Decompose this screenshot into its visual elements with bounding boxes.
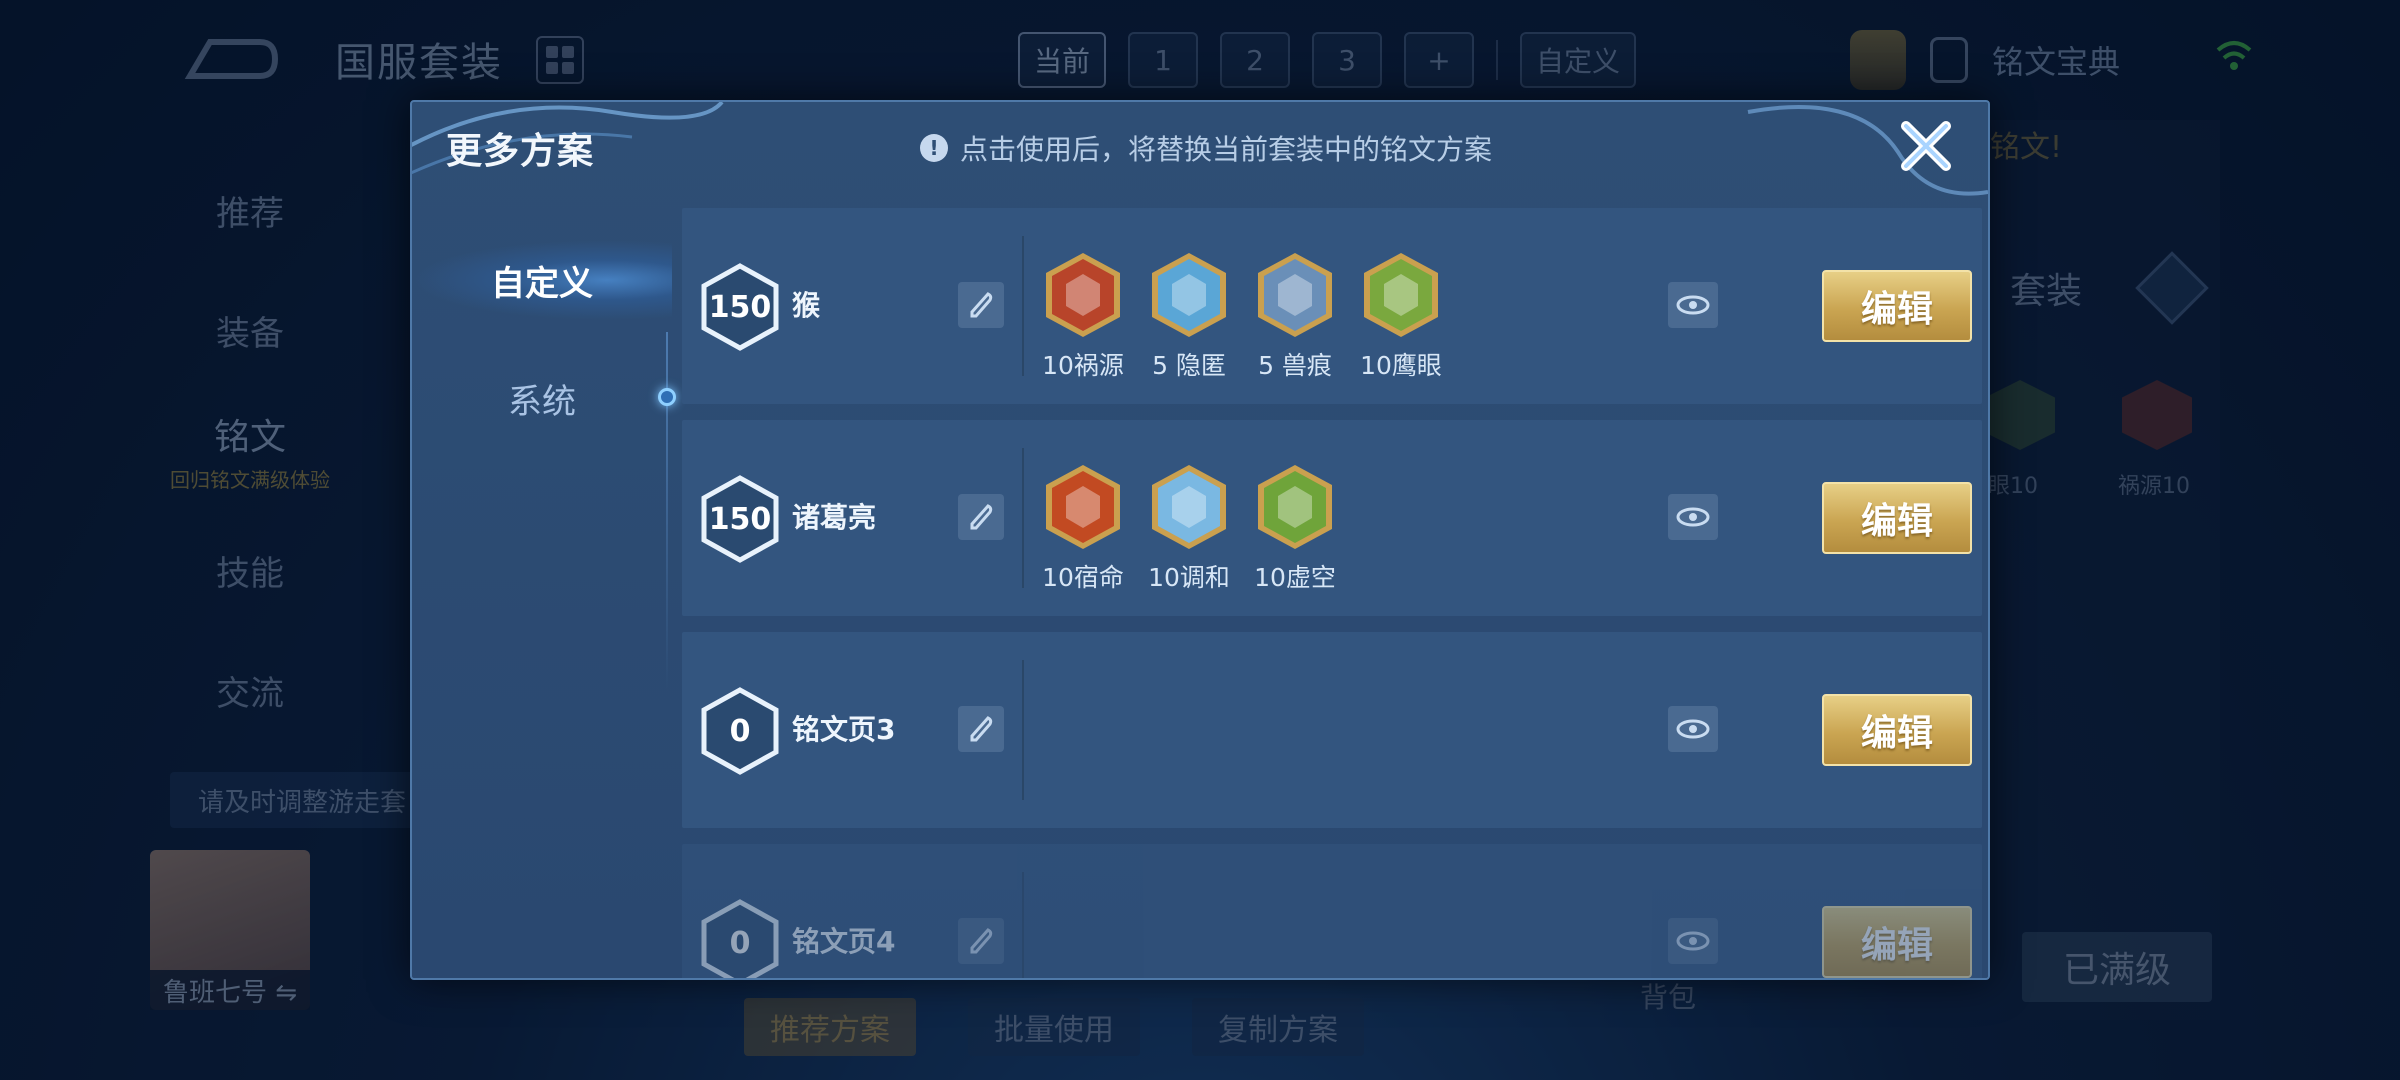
rename-button[interactable] bbox=[958, 494, 1004, 540]
active-tab-dot bbox=[658, 388, 676, 406]
rune-blue-icon bbox=[1148, 250, 1230, 340]
rune-label: 5 兽痕 bbox=[1258, 351, 1332, 380]
rune-green-icon bbox=[1360, 250, 1442, 340]
modal-title: 更多方案 bbox=[446, 131, 595, 172]
tab-system-plans[interactable]: 系统 bbox=[412, 358, 672, 438]
row-divider bbox=[1022, 448, 1024, 588]
rune-red-icon bbox=[1042, 462, 1124, 552]
rune-label: 10鹰眼 bbox=[1360, 351, 1442, 380]
rune-label: 10祸源 bbox=[1042, 351, 1124, 380]
rune-page-name: 铭文页4 bbox=[792, 925, 896, 958]
rune-item[interactable]: 10宿命 bbox=[1042, 462, 1124, 594]
rune-silver-blue-icon bbox=[1254, 250, 1336, 340]
rune-green-icon bbox=[1254, 462, 1336, 552]
row-divider bbox=[1022, 236, 1024, 376]
row-divider bbox=[1022, 660, 1024, 800]
rune-blue-icon bbox=[1148, 462, 1230, 552]
preview-button[interactable] bbox=[1668, 282, 1718, 328]
rename-button[interactable] bbox=[958, 706, 1004, 752]
modal-side-tabs: 自定义 系统 bbox=[412, 212, 676, 978]
rune-page-level: 150 bbox=[708, 289, 772, 325]
row-divider bbox=[1022, 872, 1024, 978]
preview-button[interactable] bbox=[1668, 706, 1718, 752]
pencil-icon bbox=[970, 504, 993, 530]
modal-hint: ! 点击使用后，将替换当前套装中的铭文方案 bbox=[920, 128, 1492, 168]
rename-button[interactable] bbox=[958, 282, 1004, 328]
rune-page-row[interactable]: 0 铭文页3 编辑 bbox=[682, 632, 1982, 828]
edit-button[interactable]: 编辑 bbox=[1822, 482, 1972, 554]
rune-label: 10宿命 bbox=[1042, 563, 1124, 592]
preview-button[interactable] bbox=[1668, 494, 1718, 540]
eye-icon bbox=[1676, 507, 1710, 527]
edit-button[interactable]: 编辑 bbox=[1822, 270, 1972, 342]
rune-page-row[interactable]: 150 猴 10祸源 5 隐匿 5 兽痕 10鹰眼 编辑 bbox=[682, 208, 1982, 404]
tab-custom-plans[interactable]: 自定义 bbox=[412, 240, 672, 320]
rune-page-row[interactable]: 0 铭文页4 编辑 bbox=[682, 844, 1982, 978]
preview-button[interactable] bbox=[1668, 918, 1718, 964]
rune-list: 10宿命 10调和 10虚空 bbox=[1042, 462, 1336, 594]
rune-item[interactable]: 10祸源 bbox=[1042, 250, 1124, 382]
rune-label: 10调和 bbox=[1148, 563, 1230, 592]
rename-button[interactable] bbox=[958, 918, 1004, 964]
rune-item[interactable]: 10虚空 bbox=[1254, 462, 1336, 594]
edit-button[interactable]: 编辑 bbox=[1822, 906, 1972, 978]
close-button[interactable] bbox=[1896, 116, 1956, 176]
rune-page-row[interactable]: 150 诸葛亮 10宿命 10调和 10虚空 编辑 bbox=[682, 420, 1982, 616]
info-icon: ! bbox=[920, 134, 948, 162]
rune-page-name: 诸葛亮 bbox=[792, 501, 877, 534]
rune-red-icon bbox=[1042, 250, 1124, 340]
close-icon bbox=[1901, 121, 1951, 171]
rune-item[interactable]: 5 兽痕 bbox=[1254, 250, 1336, 382]
rune-item[interactable]: 5 隐匿 bbox=[1148, 250, 1230, 382]
pencil-icon bbox=[970, 716, 993, 742]
rune-item[interactable]: 10鹰眼 bbox=[1360, 250, 1442, 382]
more-plans-modal: 更多方案 ! 点击使用后，将替换当前套装中的铭文方案 自定义 系统 150 猴 1… bbox=[410, 100, 1990, 980]
rune-page-level: 0 bbox=[729, 925, 751, 961]
rune-item[interactable]: 10调和 bbox=[1148, 462, 1230, 594]
rune-page-level: 150 bbox=[708, 501, 772, 537]
eye-icon bbox=[1676, 719, 1710, 739]
rune-list: 10祸源 5 隐匿 5 兽痕 10鹰眼 bbox=[1042, 250, 1442, 382]
edit-button[interactable]: 编辑 bbox=[1822, 694, 1972, 766]
modal-hint-text: 点击使用后，将替换当前套装中的铭文方案 bbox=[960, 133, 1493, 166]
pencil-icon bbox=[970, 928, 993, 954]
rune-label: 10虚空 bbox=[1254, 563, 1336, 592]
rune-page-level: 0 bbox=[729, 713, 751, 749]
side-tab-line bbox=[666, 332, 668, 692]
rune-label: 5 隐匿 bbox=[1152, 351, 1226, 380]
pencil-icon bbox=[970, 292, 993, 318]
rune-page-name: 猴 bbox=[792, 289, 821, 322]
eye-icon bbox=[1676, 295, 1710, 315]
eye-icon bbox=[1676, 931, 1710, 951]
rune-page-name: 铭文页3 bbox=[792, 713, 896, 746]
